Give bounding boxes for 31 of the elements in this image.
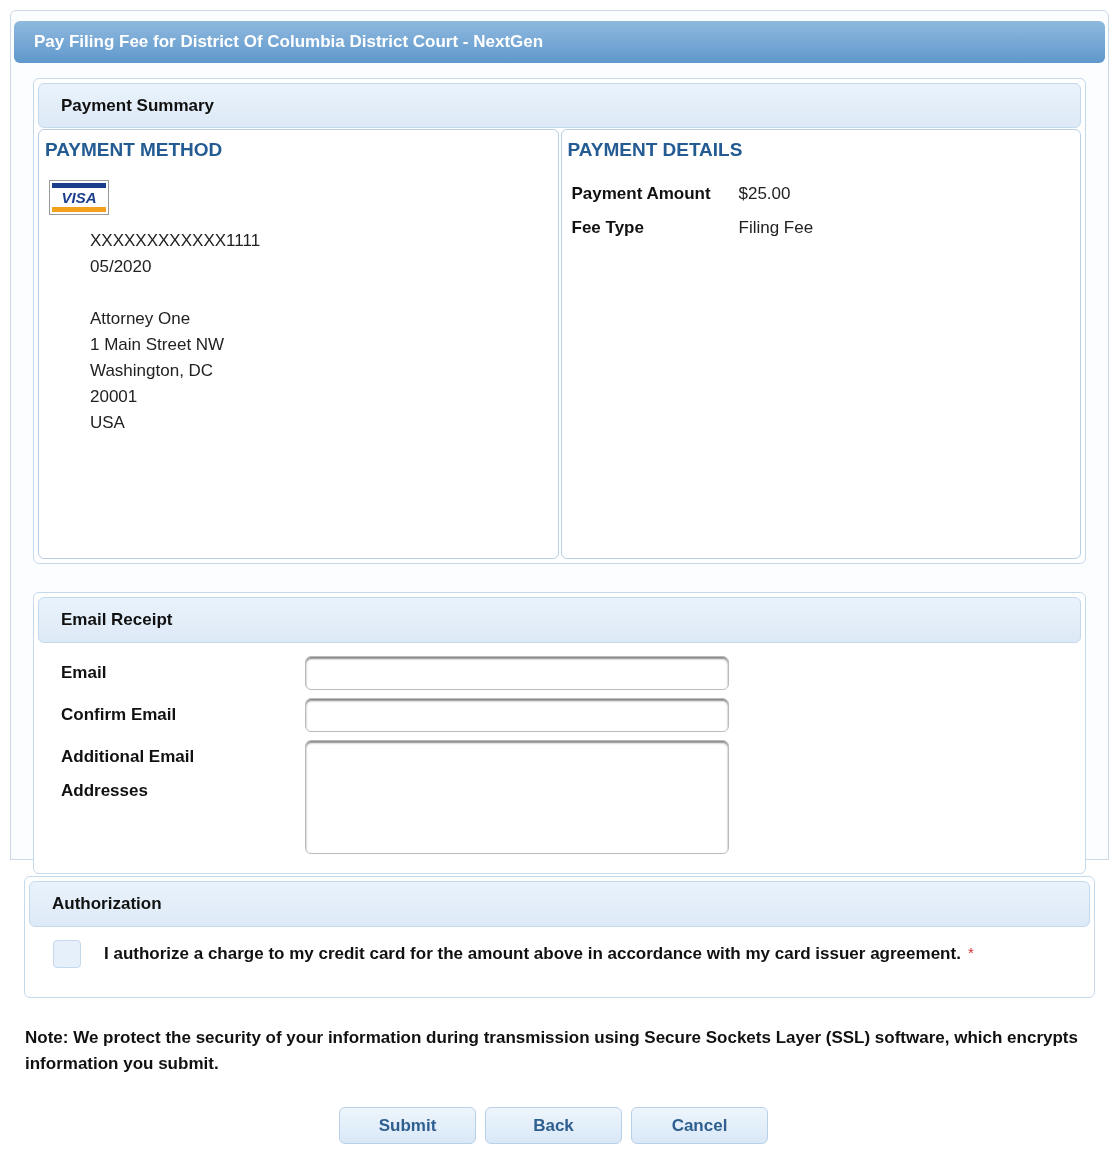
action-button[interactable]: Back xyxy=(485,1107,622,1144)
field-label: Email xyxy=(61,661,108,684)
detail-label: Payment Amount xyxy=(571,182,712,205)
action-button[interactable]: Submit xyxy=(339,1107,476,1144)
address-line: Washington, DC xyxy=(90,359,215,382)
detail-value: Filing Fee xyxy=(738,217,814,239)
card-logo: VISA xyxy=(49,179,109,215)
card-detail: XXXXXXXXXXXX1111 xyxy=(90,229,262,252)
address-line: Attorney One xyxy=(90,307,192,330)
section-heading: PAYMENT METHOD xyxy=(45,138,224,162)
address-line: 1 Main Street NW xyxy=(90,333,226,356)
section-header: Payment Summary xyxy=(38,82,1081,128)
detail-value: $25.00 xyxy=(738,182,791,205)
address-line: 20001 xyxy=(90,385,139,408)
authorization-text: I authorize a charge to my credit card for the amount above in accordance with my card issuer agreement. xyxy=(104,942,961,965)
required-mark: * xyxy=(967,943,974,964)
input-field[interactable] xyxy=(305,739,729,854)
section-header: Authorization xyxy=(29,881,1090,927)
field-label: Confirm Email xyxy=(61,703,178,726)
window-title: Pay Filing Fee for District Of Columbia District Court - NextGen xyxy=(14,21,1105,63)
security-note: Note: We protect the security of your information during transmission using Secure Sockets Layer (SSL) software, which encrypts information you submit. xyxy=(25,1027,1079,1075)
address-line: USA xyxy=(90,411,126,434)
section-header: Email Receipt xyxy=(38,597,1081,643)
field-label: Additional Email Addresses xyxy=(61,745,196,802)
input-field[interactable] xyxy=(305,655,729,690)
card-detail: 05/2020 xyxy=(90,255,153,278)
checkbox[interactable] xyxy=(53,939,81,968)
action-button[interactable]: Cancel xyxy=(631,1107,768,1144)
input-field[interactable] xyxy=(305,697,729,732)
detail-label: Fee Type xyxy=(571,217,645,239)
section-heading: PAYMENT DETAILS xyxy=(567,138,744,162)
